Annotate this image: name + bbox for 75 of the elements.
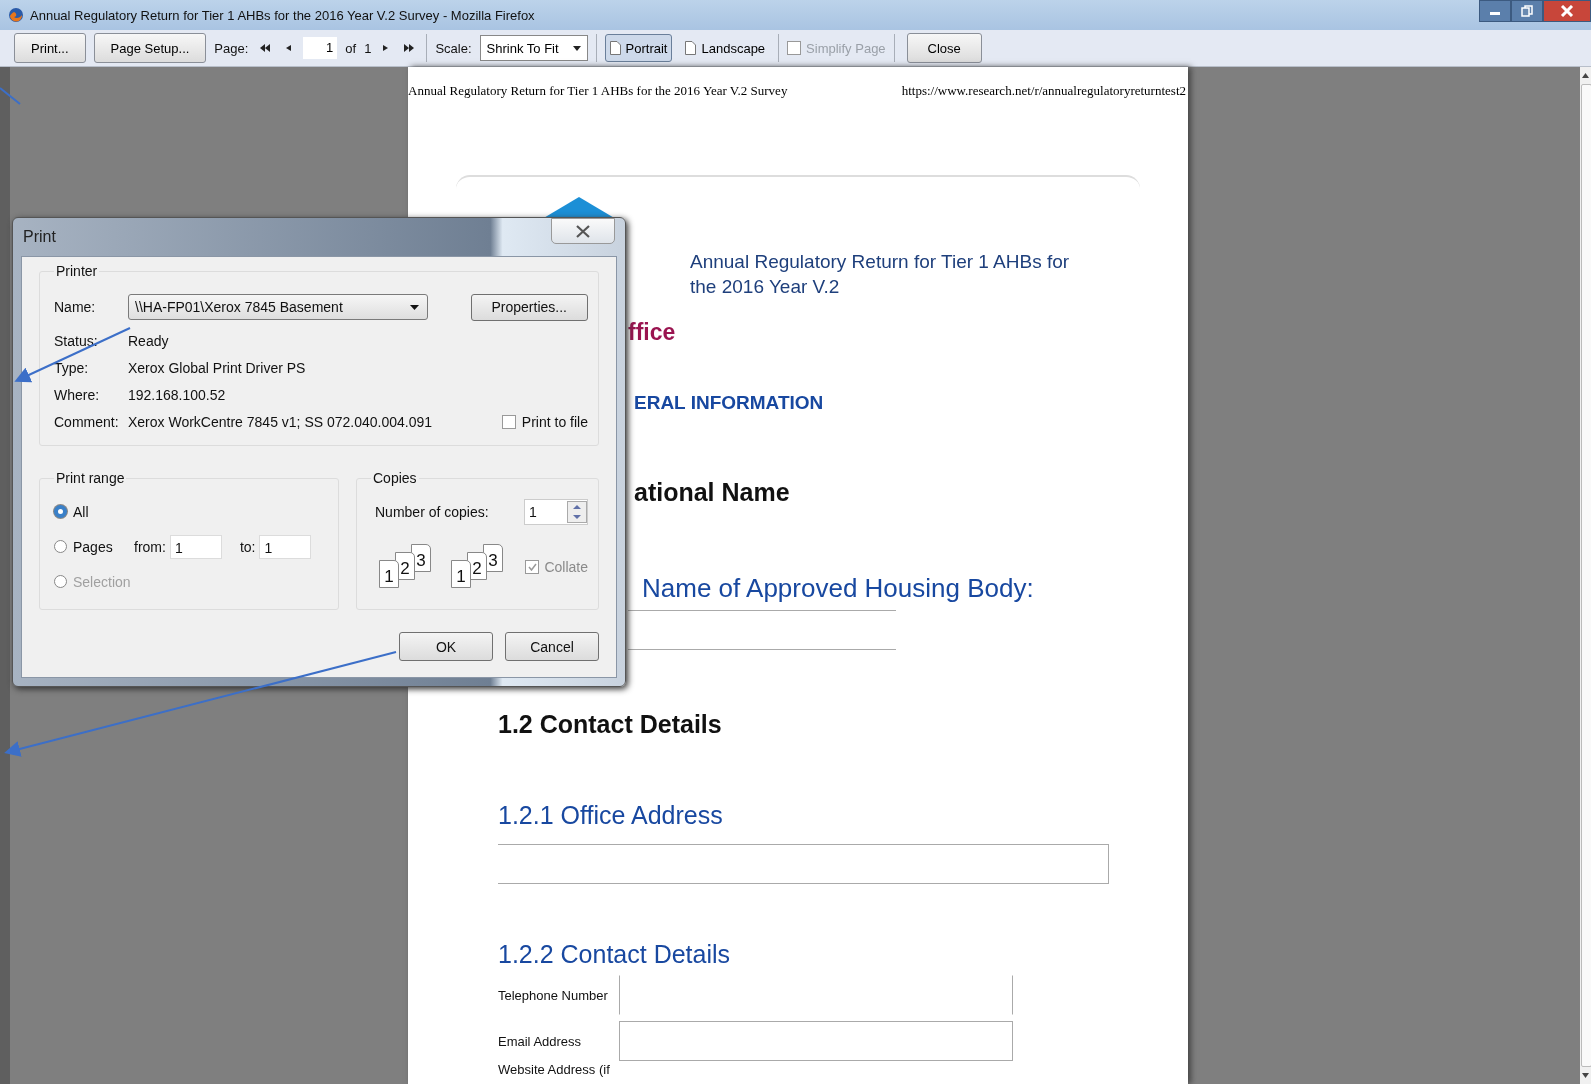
range-radio[interactable]: All: [54, 503, 134, 520]
dialog-close-button[interactable]: [551, 218, 615, 244]
copies-label: Number of copies:: [375, 504, 489, 520]
close-preview-button[interactable]: Close: [906, 33, 982, 63]
field-label: Telephone Number: [498, 987, 609, 1003]
page-setup-button[interactable]: Page Setup...: [93, 33, 207, 63]
page-icon: [685, 41, 697, 55]
scroll-up-icon[interactable]: [1582, 73, 1589, 78]
group-label: Print range: [55, 470, 126, 486]
info-label: Where:: [54, 386, 101, 403]
info-value: Ready: [128, 332, 169, 349]
caret-icon: [410, 304, 419, 310]
close-button[interactable]: [1543, 0, 1591, 22]
restore-button[interactable]: [1511, 0, 1543, 22]
last-page-icon[interactable]: [404, 44, 415, 52]
orientation-toggle[interactable]: Landscape: [680, 34, 771, 62]
copies-spinner[interactable]: 1: [524, 499, 588, 525]
question-text: 1.2.1 Office Address: [498, 801, 723, 830]
caret-icon: [572, 45, 581, 51]
info-value: Xerox Global Print Driver PS: [128, 359, 306, 376]
page-header-title: Annual Regulatory Return for Tier 1 AHBs for the 2016 Year V.2 Survey: [408, 83, 788, 99]
minimize-button[interactable]: [1479, 0, 1511, 22]
range-radio[interactable]: Pages: [54, 538, 134, 555]
page-number-field[interactable]: 1: [303, 37, 338, 59]
to-field[interactable]: 1: [259, 534, 312, 559]
question-text: Name of Approved Housing Body:: [642, 573, 1034, 604]
print-button[interactable]: Print...: [14, 33, 86, 63]
from-field[interactable]: 1: [169, 534, 222, 559]
cancel-button[interactable]: Cancel: [505, 632, 599, 661]
dialog-title: Print: [22, 228, 56, 246]
group-label: Printer: [55, 263, 99, 279]
field-label: Email Address: [498, 1033, 583, 1049]
survey-title: Annual Regulatory Return for Tier 1 AHBs for the 2016 Year V.2: [690, 250, 1071, 299]
scale-dropdown[interactable]: Shrink To Fit: [479, 35, 588, 61]
print-to-file-checkbox[interactable]: Print to file: [501, 413, 588, 430]
ok-button[interactable]: OK: [399, 632, 493, 661]
close-icon: [1560, 5, 1574, 17]
of-label: of: [345, 40, 357, 56]
answer-field[interactable]: [628, 610, 896, 650]
info-value: 192.168.100.52: [128, 386, 226, 403]
info-label: Status:: [54, 332, 99, 349]
scale-label: Scale:: [435, 40, 472, 56]
from-label: from:: [134, 538, 166, 555]
page-icon: [609, 41, 621, 55]
scrollbar[interactable]: [1580, 67, 1591, 1084]
annotation-line: [0, 87, 21, 105]
page-header-url: https://www.research.net/r/annualregulatoryreturntest2: [901, 83, 1186, 99]
section-heading: 1.2 Contact Details: [498, 710, 722, 739]
subsection-heading: ational Name: [634, 478, 790, 507]
restore-icon: [1521, 5, 1533, 17]
window-title: Annual Regulatory Return for Tier 1 AHBs for the 2016 Year V.2 Survey - Mozilla Firefox: [30, 7, 535, 23]
address-field[interactable]: [498, 844, 1109, 884]
field-label: Website Address (if: [498, 1062, 611, 1077]
orientation-toggle[interactable]: Portrait: [604, 34, 673, 62]
question-text: 1.2.2 Contact Details: [498, 940, 731, 969]
first-page-icon[interactable]: [260, 44, 271, 52]
close-icon: [575, 224, 591, 238]
printer-dropdown[interactable]: \\HA-FP01\Xerox 7845 Basement: [128, 294, 428, 320]
page-count: 1: [364, 40, 372, 56]
group-label: Copies: [372, 470, 418, 486]
properties-button[interactable]: Properties...: [470, 293, 588, 321]
browser-logo-icon: [8, 7, 24, 23]
to-label: to:: [239, 538, 256, 555]
page-label: Page:: [214, 40, 249, 56]
info-label: Comment:: [54, 413, 120, 430]
scroll-down-icon[interactable]: [1582, 1073, 1589, 1078]
check-icon: [527, 563, 537, 571]
section-heading: ERAL INFORMATION: [634, 392, 824, 414]
previous-page-icon[interactable]: [286, 45, 292, 51]
next-page-icon[interactable]: [383, 45, 389, 51]
logo-text: ffice: [628, 319, 676, 346]
info-label: Type:: [54, 359, 90, 376]
info-value: Xerox WorkCentre 7845 v1; SS 072.040.004.091: [128, 413, 433, 430]
input-field[interactable]: [619, 1021, 1013, 1061]
name-label: Name:: [54, 299, 97, 315]
